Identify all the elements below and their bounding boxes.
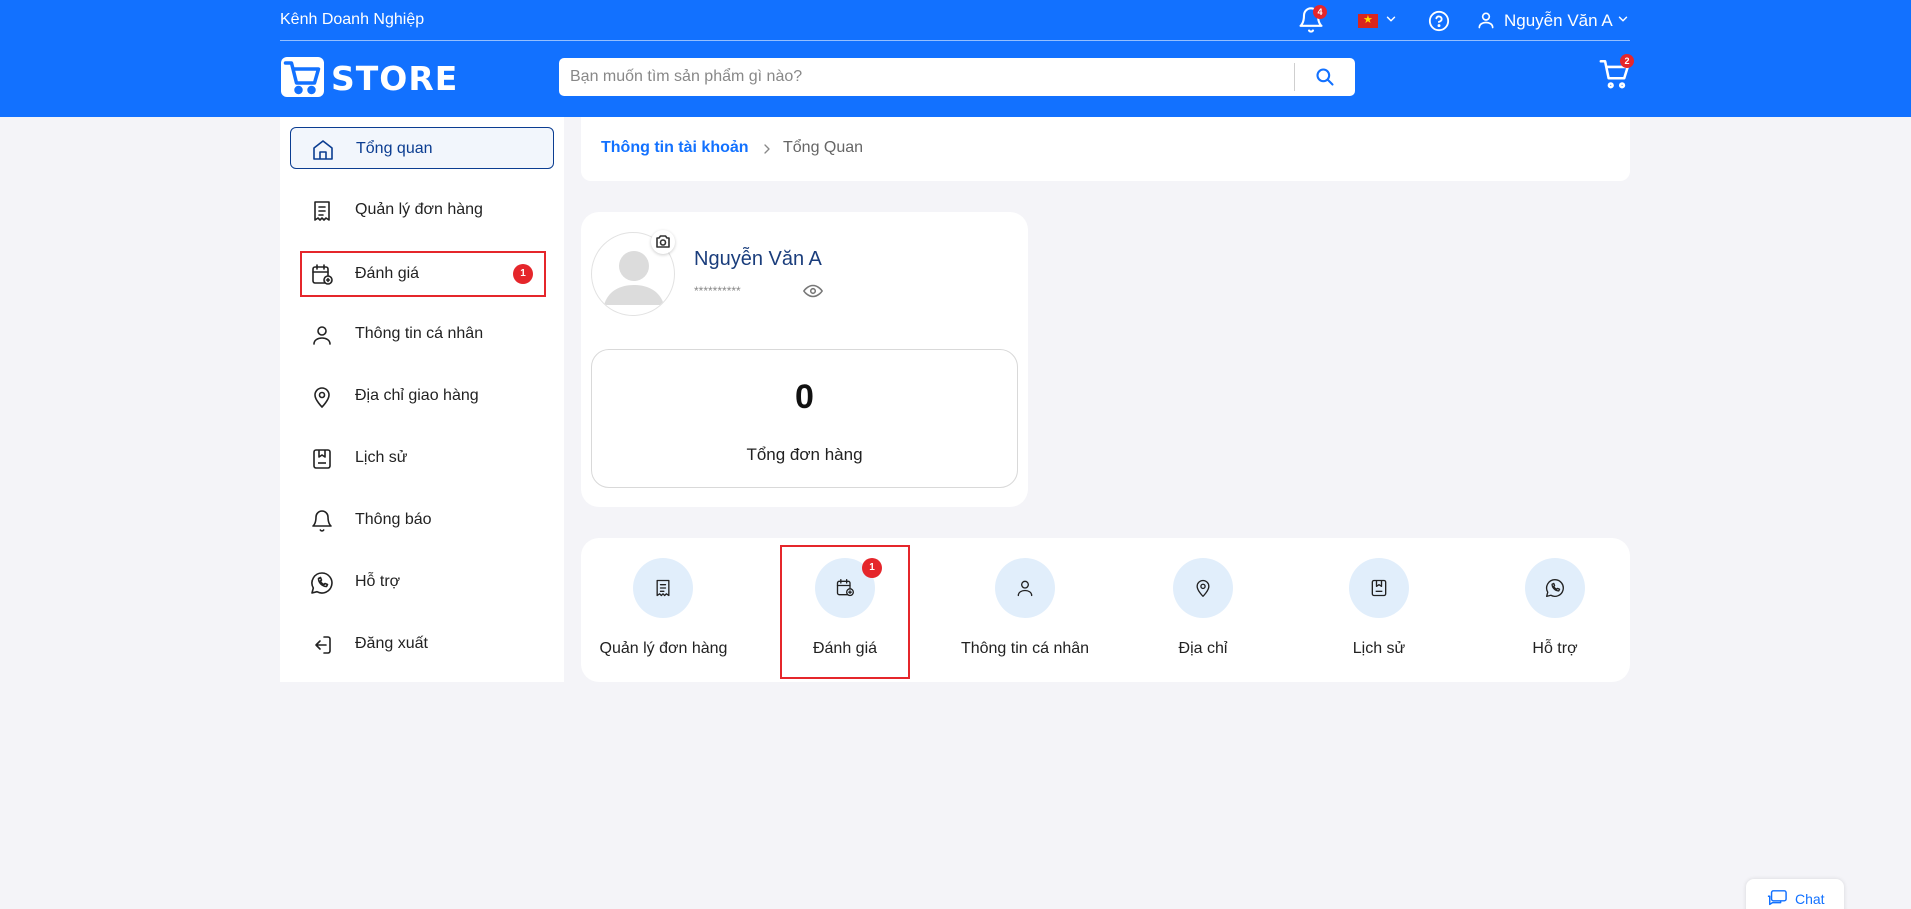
breadcrumb-account-link[interactable]: Thông tin tài khoản (601, 139, 749, 157)
total-orders-label: Tổng đơn hàng (746, 445, 863, 464)
sidebar-item-logout[interactable]: Đăng xuất (290, 623, 554, 665)
sidebar-item-label: Lịch sử (355, 449, 408, 466)
shortcut-label: Hỗ trợ (1532, 640, 1578, 657)
user-name-menu[interactable]: Nguyễn Văn A (1504, 11, 1613, 31)
home-icon (313, 140, 333, 160)
shortcut-icon-circle (633, 558, 693, 618)
sidebar-item-shipping-address[interactable]: Địa chỉ giao hàng (290, 375, 554, 417)
search-bar (559, 58, 1355, 96)
sidebar-item-label: Địa chỉ giao hàng (355, 387, 479, 404)
sidebar-item-history[interactable]: Lịch sử (290, 437, 554, 479)
vietnam-flag-icon[interactable]: ★ (1358, 14, 1378, 28)
top-bar: Kênh Doanh Nghiệp 4 ★ Nguyễn Văn A (280, 0, 1630, 41)
phone-support-icon (311, 572, 333, 594)
reviews-count-badge: 1 (862, 558, 882, 578)
shortcut-label: Địa chỉ (1178, 640, 1228, 657)
account-sidebar: Tổng quan Quản lý đơn hàng Đánh giá 1 Th… (280, 117, 564, 682)
search-input[interactable] (559, 58, 1294, 96)
breadcrumb: Thông tin tài khoản Tổng Quan (581, 117, 1630, 181)
user-icon (313, 326, 331, 345)
phone-support-icon (1545, 578, 1564, 597)
sidebar-item-label: Thông báo (355, 511, 432, 528)
shortcut-history[interactable]: Lịch sử (1291, 538, 1467, 682)
shortcut-reviews[interactable]: 1 Đánh giá (755, 538, 935, 682)
search-button[interactable] (1295, 58, 1355, 96)
chat-button[interactable]: Chat (1746, 879, 1844, 909)
history-bookmark-icon (1371, 579, 1387, 597)
shortcut-label: Đánh giá (812, 640, 878, 657)
profile-card: Nguyễn Văn A ********** 0 Tổng đơn hàng (581, 212, 1028, 507)
reviews-count-badge: 1 (513, 264, 533, 284)
cart-count-badge: 2 (1620, 54, 1634, 68)
bell-icon (312, 510, 332, 532)
receipt-icon (656, 579, 670, 597)
calendar-review-icon (836, 579, 854, 597)
shortcut-panel: Quản lý đơn hàng 1 Đánh giá Thông tin cá… (581, 538, 1630, 682)
calendar-review-icon (312, 264, 333, 285)
header: Kênh Doanh Nghiệp 4 ★ Nguyễn Văn A STORE (0, 0, 1911, 117)
help-icon[interactable] (1428, 10, 1450, 32)
chat-label: Chat (1795, 891, 1825, 907)
shortcut-label: Lịch sử (1352, 640, 1406, 657)
sidebar-item-notifications[interactable]: Thông báo (290, 499, 554, 541)
sidebar-item-label: Tổng quan (356, 140, 433, 157)
sidebar-item-label: Thông tin cá nhân (355, 325, 484, 342)
total-orders-value: 0 (795, 378, 814, 416)
chevron-down-icon[interactable] (1616, 12, 1630, 26)
chevron-right-icon (764, 144, 770, 154)
location-pin-icon (314, 387, 330, 408)
shortcut-orders[interactable]: Quản lý đơn hàng (581, 538, 746, 682)
sidebar-item-personal-info[interactable]: Thông tin cá nhân (290, 313, 554, 355)
breadcrumb-current: Tổng Quan (783, 139, 864, 156)
location-pin-icon (1196, 579, 1210, 597)
shortcut-icon-circle (1525, 558, 1585, 618)
shortcut-icon-circle (1173, 558, 1233, 618)
sidebar-item-label: Đăng xuất (355, 635, 428, 652)
sidebar-item-orders[interactable]: Quản lý đơn hàng (290, 189, 554, 231)
shortcut-icon-circle (995, 558, 1055, 618)
business-channel-link[interactable]: Kênh Doanh Nghiệp (280, 11, 424, 29)
notification-badge: 4 (1313, 5, 1327, 19)
sidebar-item-reviews[interactable]: Đánh giá 1 (300, 251, 546, 297)
search-icon (1316, 68, 1334, 86)
sidebar-item-label: Đánh giá (355, 265, 420, 282)
logo-cart-icon (281, 57, 324, 97)
camera-icon[interactable] (651, 230, 675, 254)
user-icon[interactable] (1476, 10, 1496, 30)
profile-name: Nguyễn Văn A (694, 248, 822, 270)
sidebar-item-support[interactable]: Hỗ trợ (290, 561, 554, 603)
user-icon (1017, 580, 1033, 597)
store-logo[interactable]: STORE (281, 57, 457, 99)
sidebar-item-label: Hỗ trợ (355, 573, 401, 590)
masked-password: ********** (694, 284, 741, 298)
shortcut-icon-circle (1349, 558, 1409, 618)
shortcut-label: Quản lý đơn hàng (599, 640, 728, 657)
logo-text: STORE (331, 59, 459, 98)
shortcut-address[interactable]: Địa chỉ (1115, 538, 1291, 682)
chevron-down-icon[interactable] (1384, 12, 1398, 26)
shortcut-personal-info[interactable]: Thông tin cá nhân (935, 538, 1115, 682)
sidebar-item-label: Quản lý đơn hàng (355, 201, 483, 218)
receipt-icon (314, 201, 330, 221)
logout-icon (315, 636, 331, 654)
eye-icon[interactable] (802, 280, 824, 302)
shortcut-support[interactable]: Hỗ trợ (1467, 538, 1643, 682)
sidebar-item-overview[interactable]: Tổng quan (290, 127, 554, 169)
history-bookmark-icon (313, 449, 331, 469)
chat-bubble-icon (1767, 890, 1787, 906)
shortcut-label: Thông tin cá nhân (960, 640, 1090, 657)
total-orders-stat: 0 Tổng đơn hàng (591, 349, 1018, 488)
